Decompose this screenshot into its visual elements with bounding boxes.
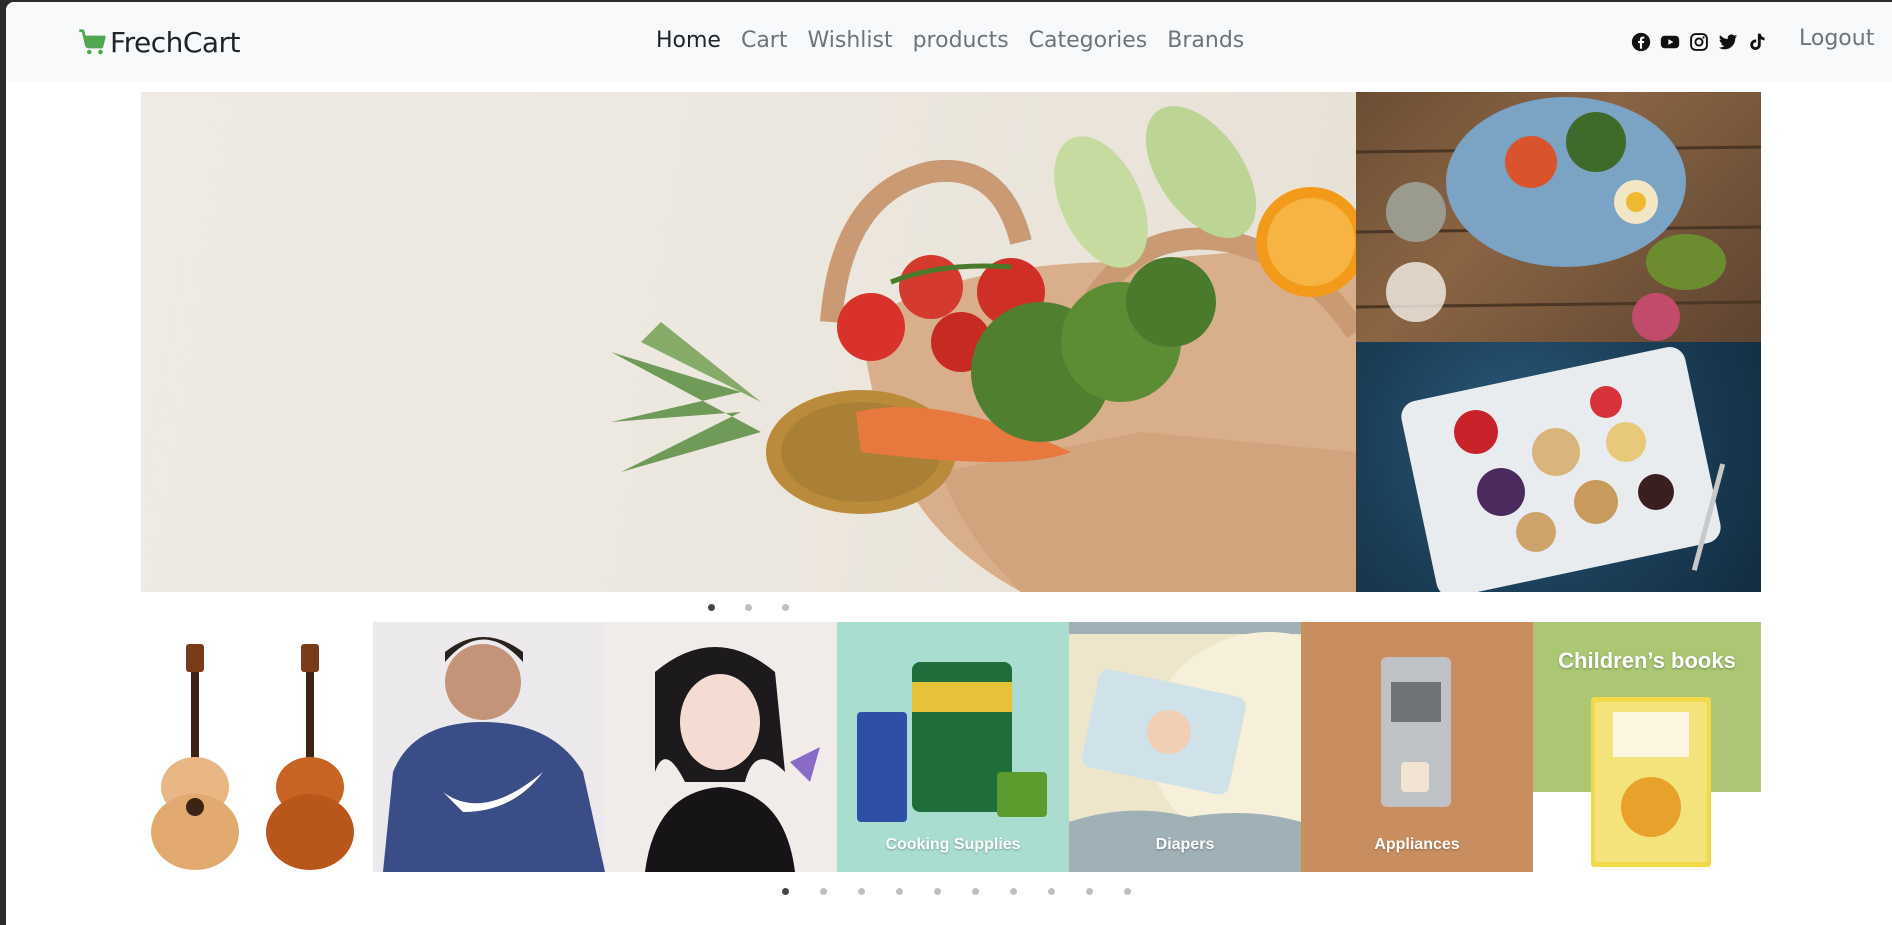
nav-home[interactable]: Home [656, 28, 721, 53]
hero-slide-groceries-bag[interactable] [141, 92, 1356, 592]
category-tile-music[interactable] [141, 622, 373, 872]
page: FrechCart Home Cart Wishlist products Ca… [6, 2, 1892, 925]
category-tile-womens-fashion[interactable] [605, 622, 837, 872]
category-slider: Cooking Supplies Diapers Appliances Chil… [141, 622, 1761, 872]
girl-illustration [605, 622, 837, 872]
category-dot-3[interactable] [858, 888, 865, 895]
category-dot-1[interactable] [782, 888, 789, 895]
cooking-supplies-artwork [837, 622, 1069, 872]
category-dot-10[interactable] [1124, 888, 1131, 895]
category-tile-childrens-books[interactable]: Children’s books [1533, 622, 1761, 872]
logout-link[interactable]: Logout [1799, 26, 1874, 51]
cart-icon [79, 29, 106, 55]
category-tile-diapers[interactable]: Diapers [1069, 622, 1301, 872]
category-carousel-dots [782, 888, 1131, 895]
category-dot-9[interactable] [1086, 888, 1093, 895]
category-dot-7[interactable] [1010, 888, 1017, 895]
brand-logo[interactable]: FrechCart [78, 24, 241, 60]
hero-side-image-salad [1356, 92, 1761, 342]
category-tile-cooking-supplies[interactable]: Cooking Supplies [837, 622, 1069, 872]
hoodie-artwork [373, 622, 605, 872]
coffee-machine-artwork [1301, 622, 1533, 872]
category-label: Appliances [1374, 836, 1460, 853]
diapers-artwork [1069, 622, 1301, 872]
category-label: Diapers [1155, 836, 1215, 853]
category-tile-mens-fashion[interactable] [373, 622, 605, 872]
nav-categories[interactable]: Categories [1029, 28, 1148, 53]
brand-name: FrechCart [110, 25, 241, 59]
category-dot-5[interactable] [934, 888, 941, 895]
twitter-icon[interactable] [1718, 32, 1738, 52]
snack-board-artwork [1401, 347, 1726, 592]
hero-dot-1[interactable] [708, 604, 715, 611]
hero-artwork [611, 106, 1356, 592]
tiktok-icon[interactable] [1747, 32, 1767, 52]
nav-links: Home Cart Wishlist products Categories B… [656, 28, 1244, 53]
hero-dot-2[interactable] [745, 604, 752, 611]
instagram-icon[interactable] [1689, 32, 1709, 52]
social-links [1631, 32, 1767, 52]
nav-wishlist[interactable]: Wishlist [807, 28, 892, 53]
salad-artwork [1356, 97, 1761, 341]
category-tile-appliances[interactable]: Appliances [1301, 622, 1533, 872]
category-label: Children’s books [1558, 648, 1736, 673]
hero-side-image-snack-board [1356, 342, 1761, 592]
guitars-artwork [141, 622, 373, 872]
category-dot-4[interactable] [896, 888, 903, 895]
hero-dot-3[interactable] [782, 604, 789, 611]
category-dot-2[interactable] [820, 888, 827, 895]
navbar: FrechCart Home Cart Wishlist products Ca… [6, 2, 1892, 82]
hero-carousel-dots [708, 604, 789, 611]
youtube-icon[interactable] [1660, 32, 1680, 52]
category-dot-6[interactable] [972, 888, 979, 895]
nav-products[interactable]: products [913, 28, 1009, 53]
category-label: Cooking Supplies [885, 836, 1021, 853]
category-dot-8[interactable] [1048, 888, 1055, 895]
nav-cart[interactable]: Cart [741, 28, 788, 53]
facebook-icon[interactable] [1631, 32, 1651, 52]
nav-brands[interactable]: Brands [1167, 28, 1244, 53]
